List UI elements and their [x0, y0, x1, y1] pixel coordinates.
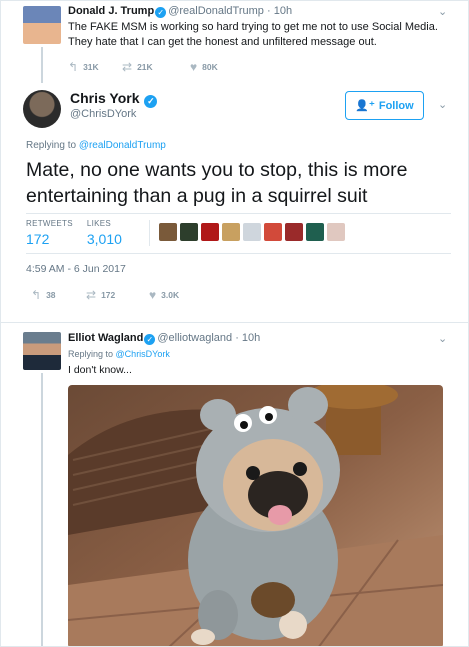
thread-line	[41, 47, 43, 83]
verified-icon: ✓	[144, 95, 158, 108]
tweet-header: Donald J. Trump ✓ @realDonaldTrump · 10h	[68, 5, 292, 18]
avatar[interactable]	[23, 332, 61, 370]
add-user-icon: 👤⁺	[355, 100, 375, 112]
like-icon: ♥	[190, 60, 198, 74]
follow-button[interactable]: 👤⁺ Follow	[345, 91, 424, 120]
author-handle[interactable]: @ChrisDYork	[70, 108, 136, 120]
liker-avatar[interactable]	[306, 223, 324, 241]
tweet-actions: ↰ 31K ⇄ 21K ♥ 80K	[68, 60, 218, 74]
reply-button[interactable]: ↰ 31K	[68, 60, 122, 74]
author-handle[interactable]: @realDonaldTrump	[168, 5, 264, 17]
tweet-text: The FAKE MSM is working so hard trying t…	[68, 21, 438, 48]
likes-stat[interactable]: LIKES 3,010	[87, 219, 122, 247]
liker-avatar[interactable]	[264, 223, 282, 241]
retweet-icon: ⇄	[122, 60, 133, 74]
tweet-time[interactable]: · 10h	[267, 5, 292, 17]
verified-icon: ✓	[144, 334, 156, 345]
divider	[26, 213, 451, 214]
liker-avatar[interactable]	[222, 223, 240, 241]
divider	[26, 253, 451, 254]
reply-button[interactable]: ↰ 38	[31, 288, 86, 302]
author-handle[interactable]: @elliotwagland	[157, 332, 232, 344]
author-name[interactable]: Donald J. Trump	[68, 5, 154, 17]
tweet-donald-trump[interactable]: Donald J. Trump ✓ @realDonaldTrump · 10h ⌄…	[1, 1, 468, 83]
retweets-stat[interactable]: RETWEETS 172	[26, 219, 73, 247]
tweet-stats: RETWEETS 172 LIKES 3,010	[26, 219, 136, 247]
retweet-icon: ⇄	[86, 288, 97, 302]
tweet-text: Mate, no one wants you to stop, this is …	[26, 159, 408, 207]
author-name[interactable]: Chris York ✓	[70, 90, 159, 108]
liker-avatar[interactable]	[243, 223, 261, 241]
divider	[1, 322, 468, 323]
liker-avatar[interactable]	[159, 223, 177, 241]
tweet-time[interactable]: · 10h	[235, 332, 260, 344]
reply-icon: ↰	[68, 60, 79, 74]
tweet-text: I don't know...	[68, 364, 132, 376]
replying-to-link[interactable]: @ChrisDYork	[116, 349, 170, 359]
tweet-actions: ↰ 38 ⇄ 172 ♥ 3.0K	[31, 288, 179, 302]
replying-to: Replying to @realDonaldTrump	[26, 140, 166, 151]
liker-avatar[interactable]	[327, 223, 345, 241]
chevron-down-icon[interactable]: ⌄	[438, 332, 447, 345]
tweet-datetime[interactable]: 4:59 AM - 6 Jun 2017	[26, 263, 126, 275]
author-name[interactable]: Elliot Wagland	[68, 332, 143, 344]
like-button[interactable]: ♥ 80K	[190, 60, 218, 74]
avatar[interactable]	[23, 6, 61, 44]
chevron-down-icon[interactable]: ⌄	[438, 98, 447, 111]
chevron-down-icon[interactable]: ⌄	[438, 5, 447, 18]
like-icon: ♥	[149, 288, 157, 302]
replying-to: Replying to @ChrisDYork	[68, 349, 170, 359]
retweet-button[interactable]: ⇄ 21K	[122, 60, 190, 74]
reply-icon: ↰	[31, 288, 42, 302]
verified-icon: ✓	[155, 7, 167, 18]
replying-to-link[interactable]: @realDonaldTrump	[79, 140, 166, 151]
thread-line	[41, 373, 43, 646]
timeline: Donald J. Trump ✓ @realDonaldTrump · 10h ⌄…	[0, 0, 469, 647]
divider	[149, 220, 150, 246]
liker-avatar[interactable]	[201, 223, 219, 241]
pug-photo	[68, 385, 443, 646]
retweet-button[interactable]: ⇄ 172	[86, 288, 149, 302]
avatar[interactable]	[23, 90, 61, 128]
like-button[interactable]: ♥ 3.0K	[149, 288, 179, 302]
liker-avatar[interactable]	[285, 223, 303, 241]
liker-avatar[interactable]	[180, 223, 198, 241]
tweet-header: Elliot Wagland ✓ @elliotwagland · 10h	[68, 332, 260, 345]
liker-avatars	[159, 223, 345, 241]
tweet-photo[interactable]	[68, 385, 443, 646]
